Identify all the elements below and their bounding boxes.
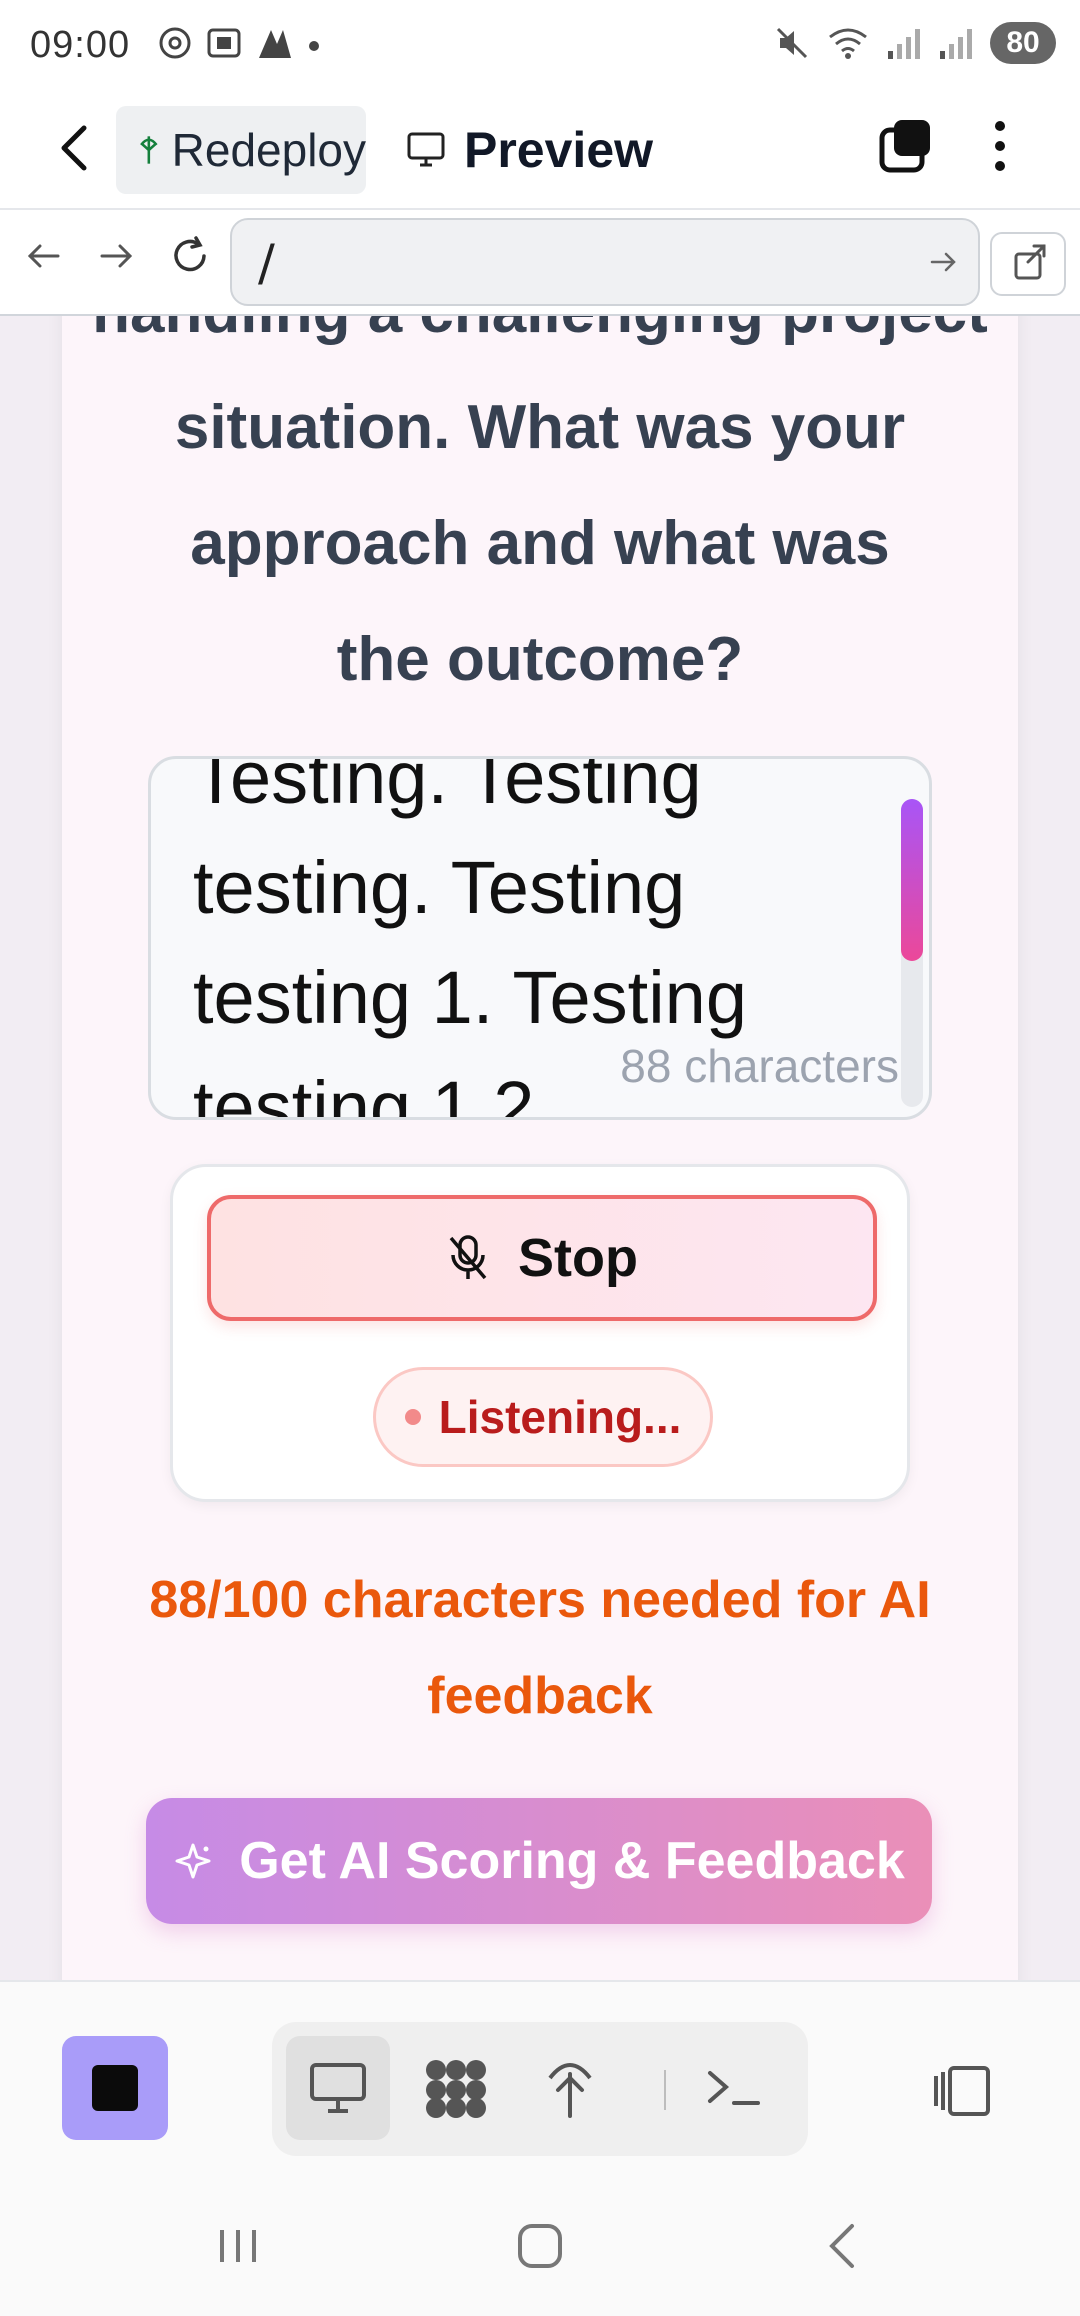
- nav-back-icon[interactable]: [22, 234, 66, 278]
- mic-off-icon: [449, 1235, 487, 1280]
- url-input[interactable]: /: [230, 218, 980, 306]
- back-nav-icon[interactable]: [812, 2216, 872, 2276]
- preview-label: Preview: [464, 122, 654, 178]
- home-icon[interactable]: [510, 2216, 570, 2276]
- stop-app-button[interactable]: [62, 2036, 168, 2140]
- listening-label: Listening...: [438, 1391, 682, 1443]
- recording-dot-icon: [404, 1409, 421, 1425]
- signal-icon: [940, 29, 972, 59]
- app-logo-icon: [259, 30, 291, 58]
- status-time: 09:00: [30, 24, 131, 66]
- tab-redeploy[interactable]: Redeploy: [116, 106, 366, 194]
- more-menu-icon[interactable]: [980, 116, 1020, 176]
- mode-modules-button[interactable]: [404, 2036, 508, 2140]
- dot-icon: [309, 41, 319, 51]
- app-root: 09:00 80 Redeploy Preview / situation. W…: [0, 0, 1080, 2316]
- question-visible-lines: situation. What was your approach and wh…: [174, 393, 906, 694]
- mode-deploy-button[interactable]: [518, 2036, 622, 2140]
- recents-icon[interactable]: [208, 2216, 268, 2276]
- mode-preview-button[interactable]: [286, 2036, 390, 2140]
- sync-badge-icon: [159, 27, 191, 59]
- url-text: /: [258, 234, 275, 292]
- preview-page: handling a challenging project situation…: [0, 316, 1080, 1980]
- reload-icon[interactable]: [168, 234, 212, 278]
- ai-button-label: Get AI Scoring & Feedback: [239, 1832, 905, 1890]
- tabs-switcher-icon[interactable]: [878, 116, 934, 176]
- feedback-requirement-text: 88/100 characters needed for AI feedback: [149, 1571, 931, 1725]
- status-bar: 09:00 80: [0, 0, 1080, 86]
- app-toolbar: Redeploy Preview: [0, 86, 1080, 210]
- monitor-icon: [310, 2063, 366, 2113]
- status-icons-right: 80: [774, 22, 1056, 64]
- status-icons-left: [158, 26, 320, 60]
- toolbar-divider: [664, 2070, 666, 2110]
- back-icon[interactable]: [50, 120, 100, 176]
- stop-label: Stop: [518, 1228, 638, 1288]
- nav-forward-icon[interactable]: [94, 234, 138, 278]
- deploy-icon: [548, 2063, 592, 2118]
- mute-icon: [776, 27, 808, 59]
- split-view-icon[interactable]: [930, 2064, 994, 2118]
- sparkle-icon: [175, 1843, 211, 1879]
- question-partial-line: handling a challenging project: [62, 316, 1018, 370]
- mode-shell-button[interactable]: [682, 2036, 786, 2140]
- modules-grid-icon: [426, 2060, 486, 2118]
- external-link-icon: [1014, 244, 1046, 280]
- wifi-icon: [829, 28, 867, 59]
- listening-status-badge: Listening...: [373, 1367, 713, 1467]
- stop-square-icon: [92, 2065, 138, 2111]
- signal-icon: [888, 29, 920, 59]
- battery-indicator: 80: [990, 22, 1056, 64]
- tab-preview[interactable]: Preview: [406, 108, 653, 192]
- tab-label: Redeploy: [171, 124, 366, 176]
- open-external-button[interactable]: [990, 232, 1066, 296]
- question-text: handling a challenging project situation…: [62, 316, 1018, 718]
- go-arrow-icon[interactable]: [928, 246, 960, 278]
- bottom-toolbar: [0, 1980, 1080, 2182]
- answer-textarea[interactable]: Testing. Testing testing. Testing testin…: [148, 756, 932, 1120]
- url-bar-row: /: [0, 210, 1080, 316]
- stop-recording-button[interactable]: Stop: [207, 1195, 877, 1321]
- scrollbar-thumb[interactable]: [901, 799, 923, 961]
- deploy-tree-icon: [140, 136, 158, 164]
- character-count: 88 characters: [620, 1039, 899, 1093]
- monitor-icon: [407, 132, 445, 167]
- terminal-icon: [708, 2071, 760, 2105]
- get-ai-feedback-button[interactable]: Get AI Scoring & Feedback: [146, 1798, 932, 1924]
- voice-input-panel: Stop Listening...: [170, 1164, 910, 1502]
- android-navigation-bar: [0, 2170, 1080, 2316]
- view-mode-group: [272, 2022, 808, 2156]
- screenshot-icon: [207, 28, 241, 58]
